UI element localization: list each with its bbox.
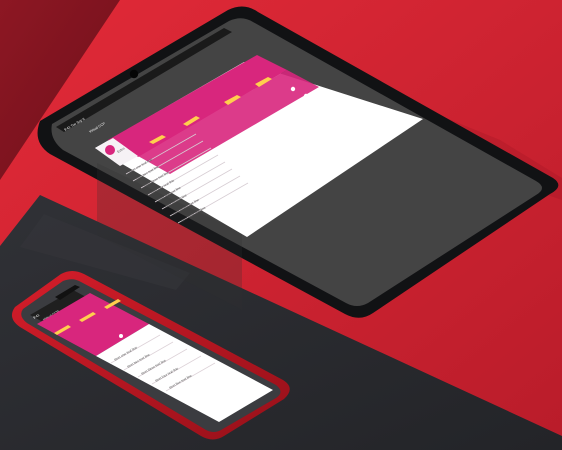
toolbar-dot-1[interactable] [290, 86, 296, 92]
tablet-logo-icon [105, 145, 115, 155]
tablet-camera [129, 69, 139, 79]
mockup-illustration: 9:41 Tue Sep 6 Virtual CCP Eden Item one… [0, 0, 562, 450]
product-mockup-scene: 9:41 Tue Sep 6 Virtual CCP Eden Item one… [0, 0, 562, 450]
toolbar-dot-2[interactable] [303, 93, 309, 99]
phone-dot-1[interactable] [119, 334, 123, 338]
